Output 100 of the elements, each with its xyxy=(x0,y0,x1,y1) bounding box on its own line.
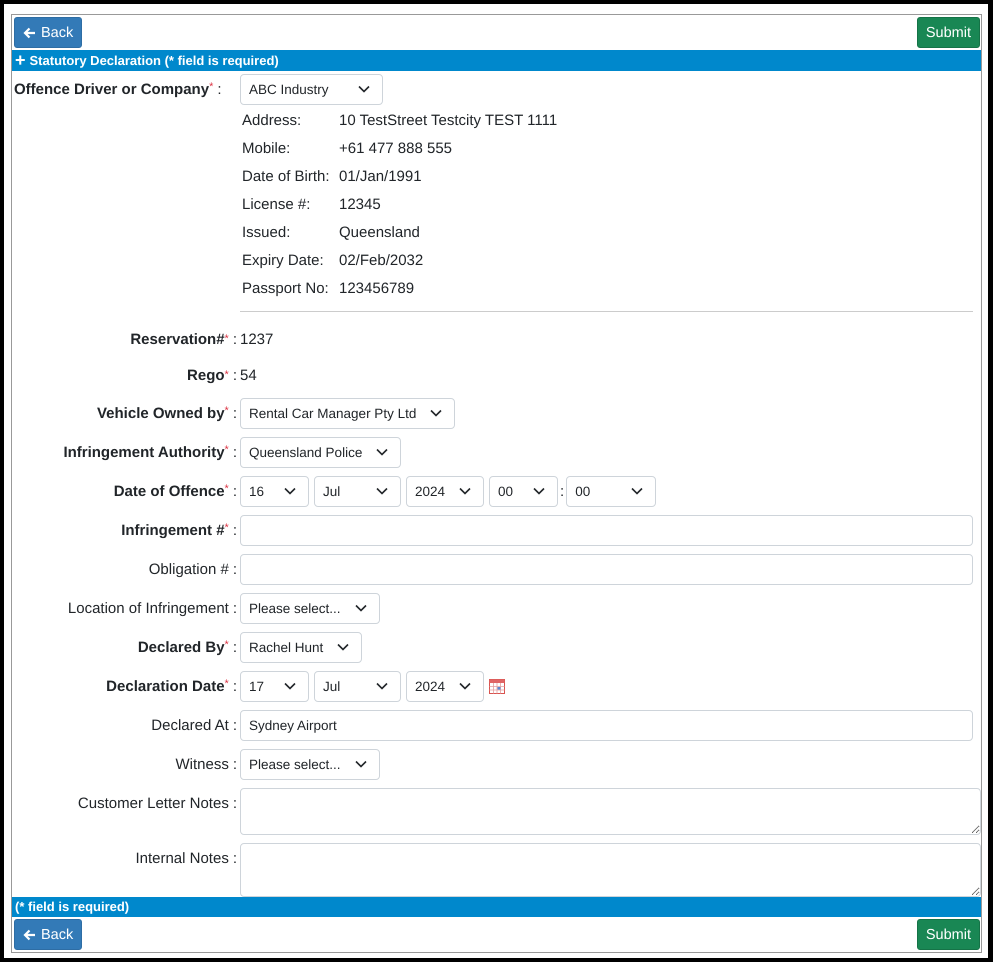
label-colon: : xyxy=(232,716,237,734)
dropdown[interactable]: 00 xyxy=(566,476,656,506)
chevron-down-icon xyxy=(337,643,350,651)
label-colon: : xyxy=(232,482,237,500)
dropdown[interactable]: Rental Car Manager Pty Ltd xyxy=(240,398,456,428)
detail-value: 02/Feb/2032 xyxy=(339,252,424,269)
chevron-down-icon xyxy=(376,448,388,456)
required-mark: * xyxy=(224,444,229,456)
section-title: Statutory Declaration (* field is required) xyxy=(30,52,279,68)
field-label: Declared By xyxy=(138,638,225,656)
time-separator: : xyxy=(560,482,564,500)
detail-value: 123456789 xyxy=(339,280,416,297)
dropdown[interactable]: Jul xyxy=(314,670,401,702)
arrow-left-icon xyxy=(23,928,36,940)
label-colon: : xyxy=(232,522,237,538)
detail-label: License #: xyxy=(242,196,312,213)
dropdown[interactable]: 16 xyxy=(240,476,309,506)
field-label: Offence Driver or Company xyxy=(14,80,210,98)
detail-label: Address: xyxy=(242,112,302,129)
required-mark: * xyxy=(224,678,229,690)
label-colon: : xyxy=(232,794,237,812)
chevron-down-icon xyxy=(459,682,472,690)
detail-label: Expiry Date: xyxy=(242,252,325,269)
field-label: Internal Notes xyxy=(135,850,229,866)
field-label: Location of Infringement xyxy=(68,600,229,616)
detail-value: 10 TestStreet Testcity TEST 1111 xyxy=(339,112,558,129)
field-label: Infringement Authority xyxy=(63,444,225,460)
label-colon: : xyxy=(232,600,237,616)
notes-field[interactable] xyxy=(240,842,981,896)
label-colon: : xyxy=(232,367,237,384)
field-label: Declaration Date xyxy=(106,678,225,694)
submit-button[interactable]: Submit xyxy=(916,17,980,48)
detail-label: Date of Birth: xyxy=(242,168,331,185)
submit-button[interactable]: Submit xyxy=(916,919,980,950)
dropdown[interactable]: Please select... xyxy=(240,748,380,780)
field-label: Date of Offence xyxy=(114,482,225,500)
chevron-down-icon xyxy=(430,409,442,417)
required-mark: * xyxy=(224,482,229,494)
dropdown[interactable]: Jul xyxy=(314,476,401,506)
dropdown[interactable]: 2024 xyxy=(406,670,484,702)
required-mark: * xyxy=(224,522,229,534)
text-field[interactable]: Sydney Airport xyxy=(240,710,973,740)
text-field[interactable] xyxy=(240,554,973,584)
required-mark: * xyxy=(224,404,229,416)
chevron-down-icon xyxy=(459,487,472,495)
label-colon: : xyxy=(232,850,237,866)
label-colon: : xyxy=(217,80,222,98)
calendar-icon[interactable] xyxy=(489,678,506,694)
field-label: Obligation # xyxy=(148,560,229,578)
label-colon: : xyxy=(232,756,237,772)
chevron-down-icon xyxy=(533,487,546,495)
detail-value: 12345 xyxy=(339,196,382,213)
field-label: Reservation# xyxy=(130,331,225,348)
label-colon: : xyxy=(232,638,237,656)
field-label: Vehicle Owned by xyxy=(97,404,225,422)
field-value: 1237 xyxy=(240,331,274,348)
detail-label: Issued: xyxy=(242,224,292,241)
dropdown[interactable]: ABC Industry xyxy=(240,74,383,104)
chevron-down-icon xyxy=(284,487,296,495)
detail-label: Mobile: xyxy=(242,140,292,157)
section-header[interactable]: + Statutory Declaration (* field is required) xyxy=(12,50,981,70)
dropdown[interactable]: 2024 xyxy=(406,476,484,506)
chevron-down-icon xyxy=(376,487,388,495)
field-value: 54 xyxy=(240,367,257,384)
field-label: Rego xyxy=(187,367,225,384)
chevron-down-icon xyxy=(354,760,367,768)
required-mark: * xyxy=(224,368,229,380)
notes-field[interactable] xyxy=(240,788,981,834)
field-label: Witness xyxy=(175,756,229,772)
dropdown[interactable]: Rachel Hunt xyxy=(240,632,362,662)
dropdown[interactable]: Queensland Police xyxy=(240,436,402,468)
field-label: Infringement # xyxy=(121,522,225,538)
detail-value: 01/Jan/1991 xyxy=(339,168,423,185)
expand-toggle[interactable]: + xyxy=(15,51,26,70)
dropdown[interactable]: 17 xyxy=(240,670,309,702)
label-colon: : xyxy=(232,331,237,348)
label-colon: : xyxy=(232,404,237,422)
field-label: Customer Letter Notes xyxy=(78,794,229,812)
dropdown[interactable]: 00 xyxy=(489,476,558,506)
text-field[interactable] xyxy=(240,514,973,546)
label-colon: : xyxy=(232,678,237,694)
footer-note: (* field is required) xyxy=(12,896,981,917)
back-button[interactable]: Back xyxy=(14,17,82,48)
detail-label: Passport No: xyxy=(242,280,330,297)
back-button[interactable]: Back xyxy=(14,919,82,950)
label-colon: : xyxy=(232,560,237,578)
chevron-down-icon xyxy=(358,85,370,93)
required-mark: * xyxy=(224,332,229,344)
chevron-down-icon xyxy=(631,487,644,495)
chevron-down-icon xyxy=(354,604,367,612)
chevron-down-icon xyxy=(376,682,388,690)
detail-value: +61 477 888 555 xyxy=(339,140,454,157)
dropdown[interactable]: Please select... xyxy=(240,592,380,624)
chevron-down-icon xyxy=(284,682,296,690)
required-mark: * xyxy=(209,80,214,92)
arrow-left-icon xyxy=(23,26,36,38)
label-colon: : xyxy=(232,444,237,460)
required-mark: * xyxy=(224,638,229,650)
detail-value: Queensland xyxy=(339,224,421,241)
field-label: Declared At xyxy=(151,716,229,734)
